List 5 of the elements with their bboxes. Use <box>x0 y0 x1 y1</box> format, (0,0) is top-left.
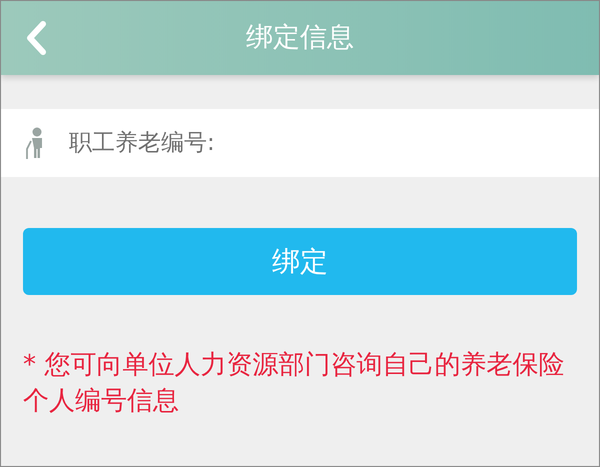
pension-number-field[interactable]: 职工养老编号: <box>1 109 599 177</box>
field-label: 职工养老编号: <box>69 128 215 158</box>
window-title: 绑定信息 <box>246 20 354 55</box>
back-icon[interactable] <box>25 21 47 55</box>
hint-text: * 您可向单位人力资源部门咨询自己的养老保险个人编号信息 <box>23 349 566 418</box>
